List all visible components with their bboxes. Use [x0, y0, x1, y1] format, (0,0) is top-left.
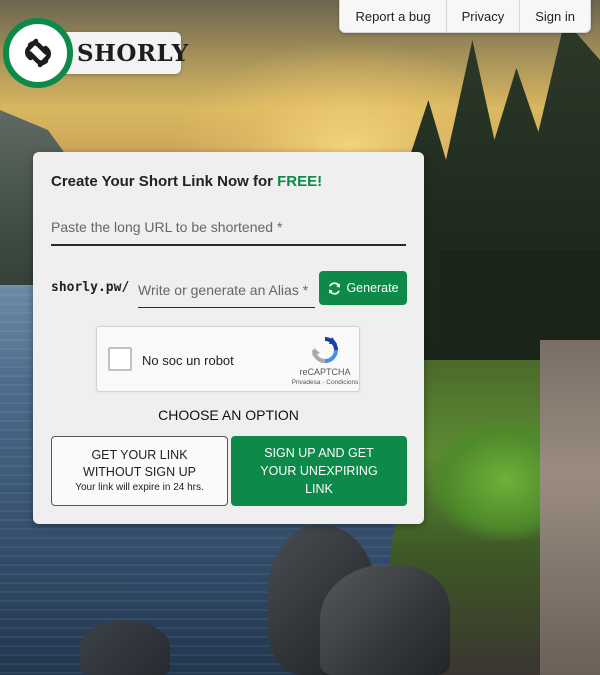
logo-text: SHORLY [77, 39, 189, 67]
option-free-line2: WITHOUT SIGN UP [83, 465, 196, 479]
card-title-text: Create Your Short Link Now for [51, 173, 278, 190]
recaptcha-terms-link[interactable]: Privadesa - Condicions [267, 379, 383, 386]
report-bug-link[interactable]: Report a bug [340, 0, 447, 32]
background-rock [320, 565, 450, 675]
shorten-card: Create Your Short Link Now for FREE! sho… [33, 152, 424, 524]
option-free-note: Your link will expire in 24 hrs. [75, 482, 204, 493]
logo[interactable]: SHORLY [3, 18, 189, 88]
get-link-without-signup-button[interactable]: GET YOUR LINK WITHOUT SIGN UP Your link … [51, 436, 228, 506]
top-nav: Report a bug Privacy Sign in [339, 0, 591, 33]
recaptcha-icon [312, 337, 338, 363]
recaptcha-brand: reCAPTCHA [299, 367, 351, 377]
option-signup-label: SIGN UP AND GET YOUR UNEXPIRING LINK [260, 446, 378, 496]
choose-option-label: CHOOSE AN OPTION [158, 407, 299, 423]
privacy-link[interactable]: Privacy [447, 0, 521, 32]
recaptcha-checkbox[interactable] [108, 347, 132, 371]
recaptcha-widget: No soc un robot reCAPTCHA Privadesa - Co… [96, 326, 360, 392]
option-free-line1: GET YOUR LINK [91, 448, 188, 462]
generate-label: Generate [346, 281, 399, 295]
generate-button[interactable]: Generate [319, 271, 407, 305]
background-rock [80, 620, 170, 675]
alias-input[interactable] [138, 272, 315, 308]
signup-unexpiring-link-button[interactable]: SIGN UP AND GET YOUR UNEXPIRING LINK [231, 436, 407, 506]
chain-link-icon [3, 18, 73, 88]
sign-in-link[interactable]: Sign in [520, 0, 590, 32]
recaptcha-label: No soc un robot [142, 353, 234, 368]
background-stone-path [540, 340, 600, 675]
long-url-input[interactable] [51, 210, 406, 246]
card-title: Create Your Short Link Now for FREE! [51, 173, 322, 190]
refresh-icon [329, 281, 341, 295]
card-title-free: FREE! [277, 173, 323, 190]
alias-prefix: shorly.pw/ [51, 280, 130, 295]
